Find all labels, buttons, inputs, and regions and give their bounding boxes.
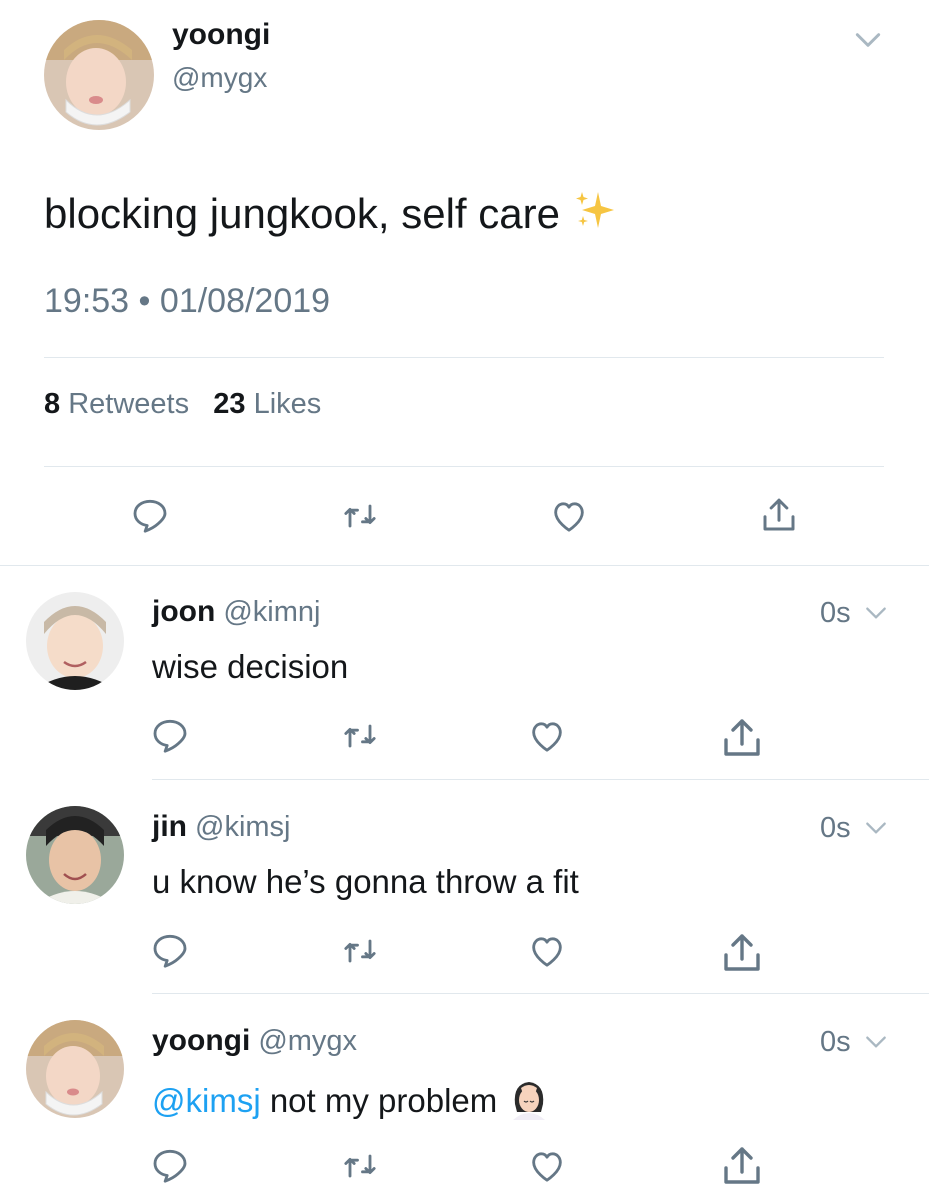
likes-stat[interactable]: 23 Likes xyxy=(213,388,321,420)
avatar-jin[interactable] xyxy=(26,806,124,904)
avatar-yoongi[interactable] xyxy=(44,20,154,130)
avatar-yoongi[interactable] xyxy=(26,1020,124,1118)
avatar-joon[interactable] xyxy=(26,592,124,690)
timestamp-separator: • xyxy=(138,282,151,320)
share-icon[interactable] xyxy=(718,714,766,767)
reply-time: 0s xyxy=(820,597,851,629)
reply-name: joon xyxy=(152,595,216,628)
reply-handle: @mygx xyxy=(258,1025,358,1057)
reply-handle: @kimsj xyxy=(195,811,291,843)
reply-icon[interactable] xyxy=(130,496,170,541)
reply-handle: @kimnj xyxy=(223,596,321,628)
like-count: 23 xyxy=(213,388,246,420)
retweet-label: Retweets xyxy=(68,388,190,420)
main-tweet-handle[interactable]: @mygx xyxy=(172,62,267,94)
retweet-icon[interactable] xyxy=(340,496,380,541)
divider xyxy=(0,565,929,566)
reply-text: @kimsj not my problem xyxy=(152,1076,551,1128)
divider xyxy=(152,779,929,780)
reply-name: yoongi xyxy=(152,1024,251,1057)
retweet-icon[interactable] xyxy=(340,1146,380,1191)
tweet-time: 19:53 xyxy=(44,282,130,320)
reply-author[interactable]: yoongi @mygx xyxy=(152,1024,357,1058)
retweet-icon[interactable] xyxy=(340,716,380,761)
main-tweet-name[interactable]: yoongi xyxy=(172,18,270,52)
like-icon[interactable] xyxy=(527,1146,567,1191)
retweet-icon[interactable] xyxy=(340,931,380,976)
tweet-text: blocking jungkook, self care xyxy=(44,188,618,242)
tweet-stats: 8 Retweets 23 Likes xyxy=(44,388,321,421)
like-icon[interactable] xyxy=(527,931,567,976)
reply-time: 0s xyxy=(820,1026,851,1058)
reply-text-content: not my problem xyxy=(269,1082,498,1119)
tweet-text-content: blocking jungkook, self care xyxy=(44,190,560,237)
divider xyxy=(152,993,929,994)
share-icon[interactable] xyxy=(718,1142,766,1195)
reply-icon[interactable] xyxy=(150,716,190,761)
chevron-down-icon[interactable] xyxy=(860,600,892,626)
reply-author[interactable]: jin @kimsj xyxy=(152,810,290,844)
tweet-date: 01/08/2019 xyxy=(159,282,331,320)
reply-text: wise decision xyxy=(152,648,349,685)
facepalm-emoji xyxy=(507,1076,551,1128)
like-label: Likes xyxy=(253,388,322,420)
reply-name: jin xyxy=(152,810,187,843)
retweets-stat[interactable]: 8 Retweets xyxy=(44,388,189,420)
chevron-down-icon[interactable] xyxy=(860,815,892,841)
sparkles-emoji xyxy=(572,188,618,242)
tweet-timestamp: 19:53 • 01/08/2019 xyxy=(44,282,330,321)
reply-time: 0s xyxy=(820,812,851,844)
share-icon[interactable] xyxy=(758,494,800,541)
reply-icon[interactable] xyxy=(150,1146,190,1191)
chevron-down-icon[interactable] xyxy=(860,1029,892,1055)
retweet-count: 8 xyxy=(44,388,61,420)
reply-text: u know he’s gonna throw a fit xyxy=(152,863,579,900)
reply-icon[interactable] xyxy=(150,931,190,976)
like-icon[interactable] xyxy=(527,716,567,761)
like-icon[interactable] xyxy=(549,496,589,541)
share-icon[interactable] xyxy=(718,929,766,982)
mention-link[interactable]: @kimsj xyxy=(152,1082,261,1119)
divider xyxy=(44,466,884,467)
reply-author[interactable]: joon @kimnj xyxy=(152,595,320,629)
divider xyxy=(44,357,884,358)
chevron-down-icon[interactable] xyxy=(848,24,888,56)
